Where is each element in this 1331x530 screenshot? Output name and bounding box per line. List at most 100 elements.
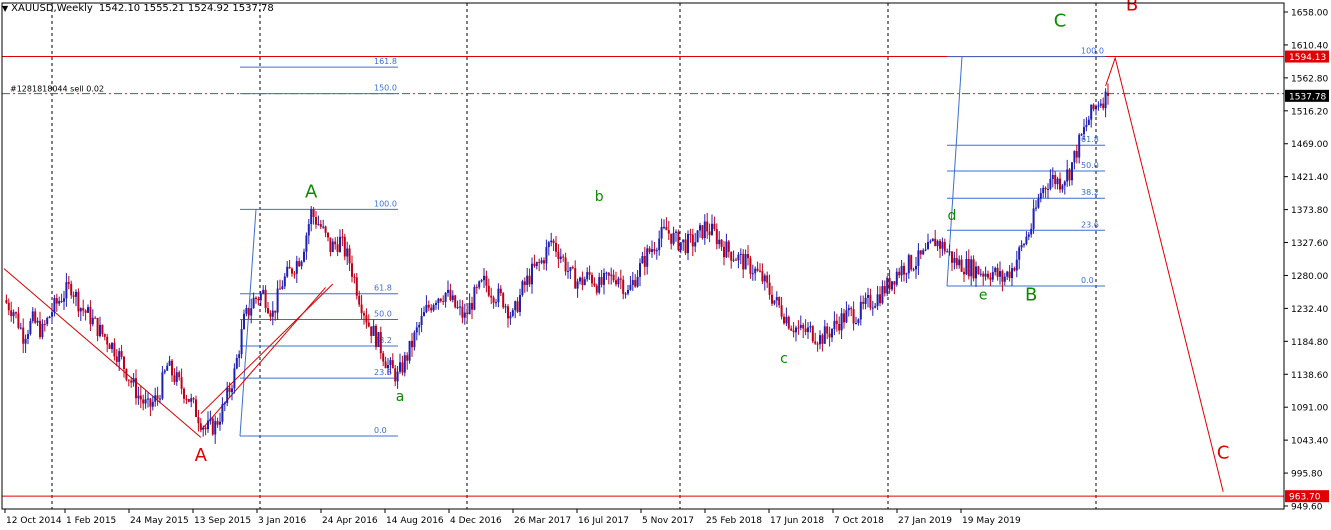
- candle-body: [72, 295, 75, 297]
- candle-body: [982, 273, 985, 277]
- price-tick-label: 1327.60: [1291, 239, 1328, 249]
- candle-body: [41, 323, 44, 337]
- candle-body: [161, 372, 164, 399]
- candle-body: [238, 354, 241, 358]
- candle-body: [1090, 104, 1093, 120]
- candle-body: [504, 306, 507, 308]
- candle-body: [855, 323, 857, 325]
- time-tick-label: 25 Feb 2018: [706, 516, 762, 526]
- candle-body: [231, 388, 233, 393]
- trendline: [3, 268, 202, 438]
- candle-body: [725, 241, 728, 258]
- candle-body: [468, 302, 471, 315]
- candle-body: [1015, 259, 1018, 271]
- candle-body: [228, 387, 231, 393]
- candle-body: [339, 236, 341, 252]
- candle-body: [996, 267, 999, 277]
- candle-body: [214, 421, 217, 435]
- order-label: #1281818044 sell 0.02: [10, 85, 104, 94]
- candle-body: [903, 265, 905, 275]
- candle-body: [567, 270, 569, 272]
- collapse-triangle-icon[interactable]: ▼: [2, 4, 8, 13]
- candle-body: [929, 241, 932, 243]
- candle-body: [987, 273, 989, 278]
- candle-body: [324, 226, 327, 233]
- candle-body: [862, 301, 865, 304]
- candle-body: [754, 268, 757, 274]
- candle-body: [586, 272, 589, 280]
- price-tick-label: 1562.80: [1291, 74, 1328, 84]
- candle-body: [442, 301, 445, 303]
- price-tick-label: 1469.00: [1291, 140, 1328, 150]
- candle-body: [197, 416, 200, 424]
- candle-body: [799, 324, 802, 328]
- candle-body: [279, 288, 281, 290]
- fib-level-label: 61.8: [374, 284, 392, 293]
- candle-body: [24, 338, 27, 344]
- candle-body: [641, 255, 644, 264]
- time-tick-label: 27 Jan 2019: [898, 516, 952, 526]
- candle-body: [660, 227, 663, 239]
- candle-body: [252, 297, 255, 309]
- candle-body: [507, 306, 509, 319]
- candle-body: [79, 308, 82, 312]
- candle-body: [898, 271, 901, 276]
- candle-body: [787, 316, 790, 329]
- candle-body: [821, 335, 824, 344]
- candle-body: [670, 233, 673, 244]
- candle-body: [492, 297, 495, 303]
- candle-body: [615, 280, 617, 285]
- candle-body: [240, 329, 243, 355]
- chart-window[interactable]: #1281818044 sell 0.02 161.8 150.0 100.0 61.…: [0, 0, 1331, 530]
- candle-body: [876, 294, 879, 306]
- candle-body: [576, 281, 579, 289]
- candle-body: [1023, 244, 1025, 246]
- candle-body: [27, 333, 29, 339]
- price-tick-label: 1138.60: [1291, 371, 1328, 381]
- candle-body: [151, 401, 154, 407]
- candle-body: [89, 307, 92, 325]
- fibonacci-retracements[interactable]: 161.8150.0100.061.850.038.223.60.0100.06…: [239, 47, 1105, 437]
- candle-body: [797, 327, 800, 329]
- candle-body: [243, 313, 245, 330]
- candle-body: [1018, 247, 1021, 260]
- candle-body: [1104, 91, 1107, 109]
- candle-body: [58, 300, 61, 304]
- candle-body: [1030, 228, 1033, 235]
- candle-body: [202, 427, 205, 430]
- candle-body: [958, 259, 961, 266]
- candle-body: [1011, 268, 1013, 279]
- fib-level-label: 38.2: [1081, 188, 1099, 197]
- candle-body: [1054, 175, 1057, 185]
- candle-body: [874, 305, 877, 308]
- candle-body: [672, 232, 675, 244]
- candle-body: [108, 344, 111, 349]
- candle-body: [655, 250, 658, 252]
- wave-label: C: [1217, 442, 1230, 463]
- candle-body: [881, 286, 884, 304]
- price-chart[interactable]: #1281818044 sell 0.02 161.8 150.0 100.0 61.…: [0, 0, 1331, 530]
- chart-header: ▼ XAUUSD,Weekly 1542.10 1555.21 1524.92 15…: [2, 3, 274, 14]
- candle-body: [569, 267, 572, 271]
- time-tick-label: 17 Jun 2018: [770, 516, 824, 526]
- candle-body: [965, 258, 968, 275]
- candle-body: [55, 298, 58, 304]
- candle-body: [785, 316, 788, 324]
- candle-body: [1092, 104, 1095, 110]
- candle-body: [835, 320, 838, 324]
- candle-body: [1075, 150, 1078, 158]
- candle-body: [46, 317, 49, 325]
- candle-body: [773, 300, 776, 304]
- candle-body: [226, 387, 229, 403]
- candle-body: [235, 357, 238, 369]
- candle-body: [379, 332, 382, 354]
- candle-body: [406, 355, 409, 361]
- candle-body: [713, 223, 716, 230]
- candle-body: [593, 283, 596, 286]
- candle-body: [521, 281, 524, 295]
- candle-body: [305, 235, 308, 252]
- candle-body: [747, 253, 749, 259]
- candle-body: [564, 257, 567, 272]
- candle-body: [598, 277, 601, 293]
- candle-body: [883, 286, 886, 294]
